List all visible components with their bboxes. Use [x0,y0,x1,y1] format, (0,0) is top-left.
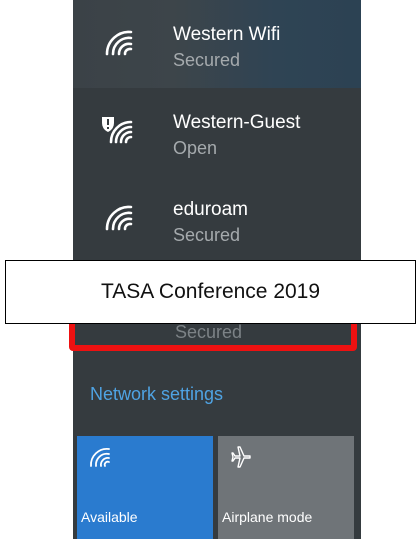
callout-text: TASA Conference 2019 [100,280,321,303]
airplane-mode-tile[interactable]: Airplane mode [218,436,354,539]
network-settings-link[interactable]: Network settings [90,384,223,405]
network-status: Open [173,138,218,158]
network-status: Secured [173,225,241,245]
network-name: eduroam [173,199,248,220]
wifi-signal-icon [105,30,133,56]
wifi-signal-icon [105,205,133,231]
screenshot-stage: Western Wifi Secured Western-Guest Open [0,0,419,539]
network-name: Western-Guest [173,112,301,133]
network-item-eduroam[interactable]: eduroam Secured [73,175,361,263]
wifi-icon [90,448,110,467]
network-name: Western Wifi [173,24,281,45]
airplane-icon [231,446,251,468]
network-item-western-guest[interactable]: Western-Guest Open [73,88,361,176]
network-name-callout: TASA Conference 2019 [5,260,416,324]
tile-label: Available [81,509,138,525]
wifi-available-tile[interactable]: Available [77,436,213,539]
tile-label: Airplane mode [222,509,313,525]
wifi-shield-warning-icon [102,117,133,144]
network-item-western-wifi[interactable]: Western Wifi Secured [73,0,361,88]
network-status: Secured [173,50,241,70]
